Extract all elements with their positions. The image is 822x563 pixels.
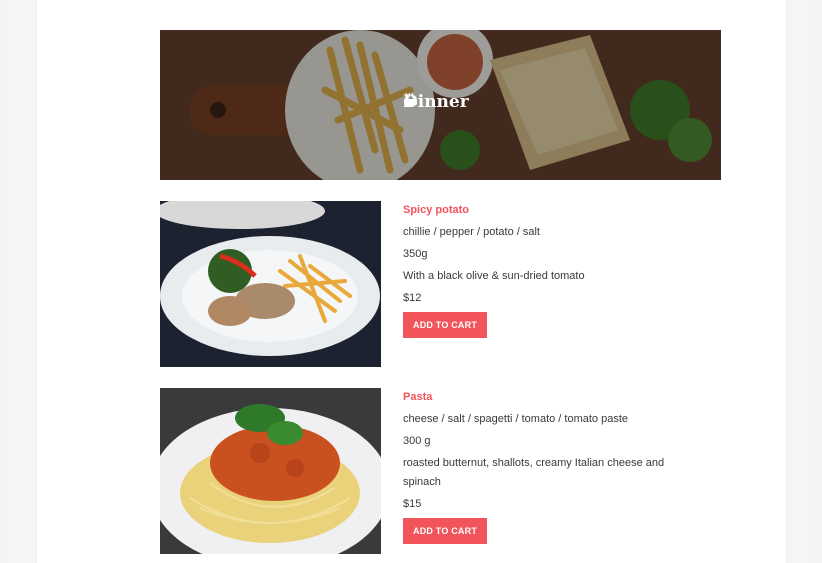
- menu-item-details: Pasta cheese / salt / spagetti / tomato …: [403, 388, 703, 544]
- item-weight: 300 g: [403, 435, 431, 447]
- banner-title: Dinner: [403, 92, 469, 112]
- page-background: Dinner Spicy potato chillie / pepper / p…: [8, 0, 808, 563]
- coffee-cup-icon: [404, 92, 417, 107]
- item-ingredients: cheese / salt / spagetti / tomato / toma…: [403, 413, 629, 425]
- add-to-cart-button[interactable]: ADD TO CART: [403, 312, 488, 338]
- add-to-cart-button[interactable]: ADD TO CART: [403, 518, 488, 544]
- item-price: $12: [403, 292, 422, 304]
- dinner-banner: Dinner: [160, 30, 721, 180]
- menu-card: Dinner Spicy potato chillie / pepper / p…: [36, 0, 787, 563]
- spicy-potato-photo[interactable]: [160, 201, 381, 367]
- item-name[interactable]: Spicy potato: [403, 204, 703, 216]
- pasta-photo[interactable]: [160, 388, 381, 554]
- item-weight: 350g: [403, 248, 428, 260]
- item-price: $15: [403, 498, 422, 510]
- menu-item-details: Spicy potato chillie / pepper / potato /…: [403, 201, 703, 338]
- item-ingredients: chillie / pepper / potato / salt: [403, 226, 540, 238]
- item-description: With a black olive & sun-dried tomato: [403, 270, 585, 282]
- item-name[interactable]: Pasta: [403, 391, 703, 403]
- item-description: roasted butternut, shallots, creamy Ital…: [403, 457, 665, 488]
